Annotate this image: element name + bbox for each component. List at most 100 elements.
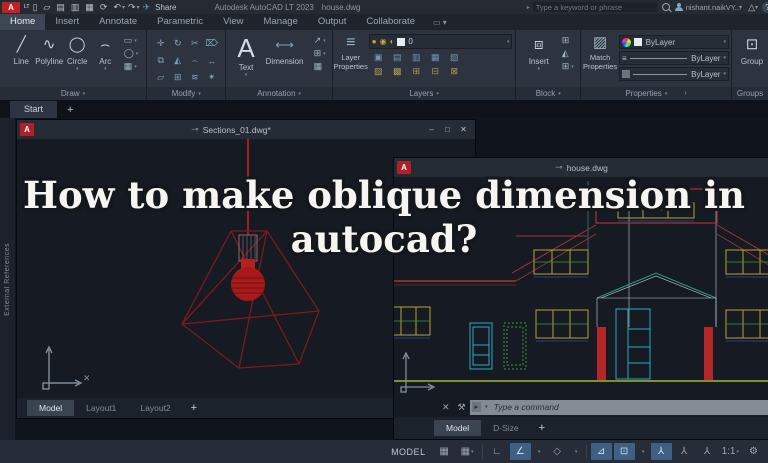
rotate-icon[interactable]: ↻ [169, 35, 186, 52]
layer-tool-icon[interactable]: ⊟ [426, 64, 445, 78]
annotation-scale-icon[interactable]: ⅄ [697, 443, 718, 460]
user-avatar-icon[interactable] [675, 2, 684, 12]
annotation-autoscale-icon[interactable]: ⅄ [674, 443, 695, 460]
new-drawing-tab-button[interactable]: + [67, 104, 73, 118]
insert-button[interactable]: ⧈ Insert ▾ [523, 33, 555, 72]
d-size-tab[interactable]: D-Size [481, 420, 531, 436]
user-menu-caret-icon[interactable]: ▾ [739, 4, 742, 11]
external-references-palette-tab[interactable]: External References [0, 118, 15, 440]
layer-tool-icon[interactable]: ▤ [388, 50, 407, 64]
copy-icon[interactable]: ⧉ [152, 52, 169, 69]
gear-icon[interactable]: ⚙ [743, 443, 764, 460]
lineweight-dropdown[interactable]: ≡ ByLayer ▾ [619, 51, 729, 65]
tab-insert[interactable]: Insert [45, 14, 89, 30]
save-icon[interactable]: ▤ [56, 0, 65, 14]
plot-icon[interactable]: ▦ [85, 0, 94, 14]
layer-tool-icon[interactable]: ▣ [369, 50, 388, 64]
tab-view[interactable]: View [213, 14, 253, 30]
command-close-icon[interactable]: ✕ [442, 402, 450, 413]
redo-icon[interactable]: ↷ [128, 0, 136, 14]
share-label[interactable]: Share [155, 3, 176, 12]
layer-properties-button[interactable]: ≡ Layer Properties [333, 33, 369, 71]
dimension-button[interactable]: ⟷ Dimension [263, 33, 307, 66]
title-bar[interactable]: A LT ▯ ▱ ▤ ▥ ▦ ⟳ ↶ ▾ ↷ ▾ ✈ Share Autodes… [0, 0, 768, 14]
ortho-icon[interactable]: ∟ [487, 443, 508, 460]
multileader-button[interactable]: ⊞ ▾ [314, 48, 326, 59]
layer-tool-icon[interactable]: ▥ [407, 50, 426, 64]
create-block-button[interactable]: ⊞ [562, 35, 574, 46]
tab-output[interactable]: Output [308, 14, 357, 30]
iso-caret-icon[interactable]: ▾ [570, 443, 582, 460]
circle-button[interactable]: ◯ Circle ▾ [64, 33, 91, 72]
model-tab[interactable]: Model [434, 420, 482, 436]
model-tab[interactable]: Model [27, 400, 75, 416]
line-button[interactable]: ╱ Line [8, 33, 35, 66]
share-icon[interactable]: ✈ [143, 0, 151, 14]
rectangle-button[interactable]: ▭ ▾ [124, 35, 139, 46]
osnap-caret-icon[interactable]: ▾ [637, 443, 649, 460]
arc-button[interactable]: ⌢ Arc ▾ [92, 33, 119, 72]
new-layout-button[interactable]: + [539, 422, 545, 434]
grid-icon[interactable]: ▦ [434, 443, 455, 460]
autocad-logo-icon[interactable]: A [2, 1, 20, 13]
move-icon[interactable]: ✛ [152, 35, 169, 52]
tab-home[interactable]: Home [0, 14, 46, 30]
block-panel-label[interactable]: Block ▾ [516, 87, 581, 100]
undo-icon[interactable]: ↶ [113, 0, 121, 14]
modify-panel-label[interactable]: Modify ▾ [147, 87, 226, 100]
polar-tracking-icon[interactable]: ∠ [509, 443, 531, 460]
properties-panel-label[interactable]: Properties ▾ › [581, 87, 731, 100]
search-icon[interactable] [661, 3, 670, 11]
autodesk-app-icon[interactable]: △ [748, 2, 755, 13]
draw-panel-label[interactable]: Draw ▾ [0, 87, 146, 100]
stretch-icon[interactable]: ↔ [203, 52, 220, 69]
command-input[interactable] [491, 401, 768, 413]
layout2-tab[interactable]: Layout2 [128, 400, 182, 416]
polyline-button[interactable]: ∿ Polyline [35, 33, 63, 66]
hatch-button[interactable]: ▦ ▾ [124, 61, 139, 72]
new-layout-button[interactable]: + [191, 402, 197, 414]
tab-parametric[interactable]: Parametric [147, 14, 213, 30]
command-bar[interactable]: ▸ ▾ [469, 399, 768, 415]
object-snap-icon[interactable]: ⊡ [613, 443, 635, 460]
layer-tool-icon[interactable]: ▧ [445, 50, 464, 64]
help-icon[interactable]: ? [762, 1, 768, 13]
properties-dialog-launcher-icon[interactable]: › [684, 90, 686, 97]
trim-icon[interactable]: ✂ [186, 35, 203, 52]
edit-block-button[interactable]: ◭ [562, 48, 574, 59]
tab-collaborate[interactable]: Collaborate [356, 14, 425, 30]
object-color-dropdown[interactable]: ByLayer ▾ [619, 35, 729, 49]
polar-caret-icon[interactable]: ▾ [533, 443, 545, 460]
match-properties-button[interactable]: ▨ Match Properties [581, 33, 619, 71]
sections-window-titlebar[interactable]: A ⊸ Sections_01.dwg* – □ ✕ [17, 120, 475, 139]
block-attr-button[interactable]: ⊞ ▾ [562, 61, 574, 72]
array-icon[interactable]: ⊞ [169, 69, 186, 86]
table-button[interactable]: ▦ [314, 61, 326, 72]
layer-dropdown[interactable]: ● ◉ ◐ 0 ▾ [368, 34, 513, 49]
command-tools-icon[interactable]: ⚒ [458, 402, 466, 413]
snap-mode-icon[interactable]: ▦ ▾ [457, 443, 478, 460]
layer-tool-icon[interactable]: ▦ [426, 50, 445, 64]
annotation-panel-label[interactable]: Annotation ▾ [226, 87, 332, 100]
keyword-search-input[interactable] [532, 2, 657, 12]
layer-tool-icon[interactable]: ⊞ [407, 64, 426, 78]
layer-tool-icon[interactable]: ⊠ [445, 64, 464, 78]
object-snap-tracking-icon[interactable]: ⊿ [590, 443, 612, 460]
model-space-button[interactable]: MODEL [389, 443, 428, 460]
close-button[interactable]: ✕ [456, 123, 471, 136]
open-icon[interactable]: ▱ [43, 0, 50, 14]
layout1-tab[interactable]: Layout1 [74, 400, 128, 416]
redo-caret-icon[interactable]: ▾ [137, 4, 140, 11]
search-history-arrow-icon[interactable]: ▸ [527, 4, 530, 11]
mirror-icon[interactable]: ◭ [169, 52, 186, 69]
group-button[interactable]: ⊡ Group [736, 33, 768, 66]
erase-icon[interactable]: ⌦ [203, 35, 220, 52]
annotation-visibility-icon[interactable]: ⅄ [650, 443, 672, 460]
start-tab[interactable]: Start [10, 101, 58, 118]
text-button[interactable]: A Text ▾ [233, 33, 260, 78]
annotation-scale-button[interactable]: 1:1 ▾ [720, 443, 741, 460]
new-icon[interactable]: ▯ [32, 0, 37, 14]
sync-icon[interactable]: ⟳ [100, 0, 108, 14]
offset-icon[interactable]: ≋ [186, 69, 203, 86]
layer-tool-icon[interactable]: ▨ [369, 64, 388, 78]
